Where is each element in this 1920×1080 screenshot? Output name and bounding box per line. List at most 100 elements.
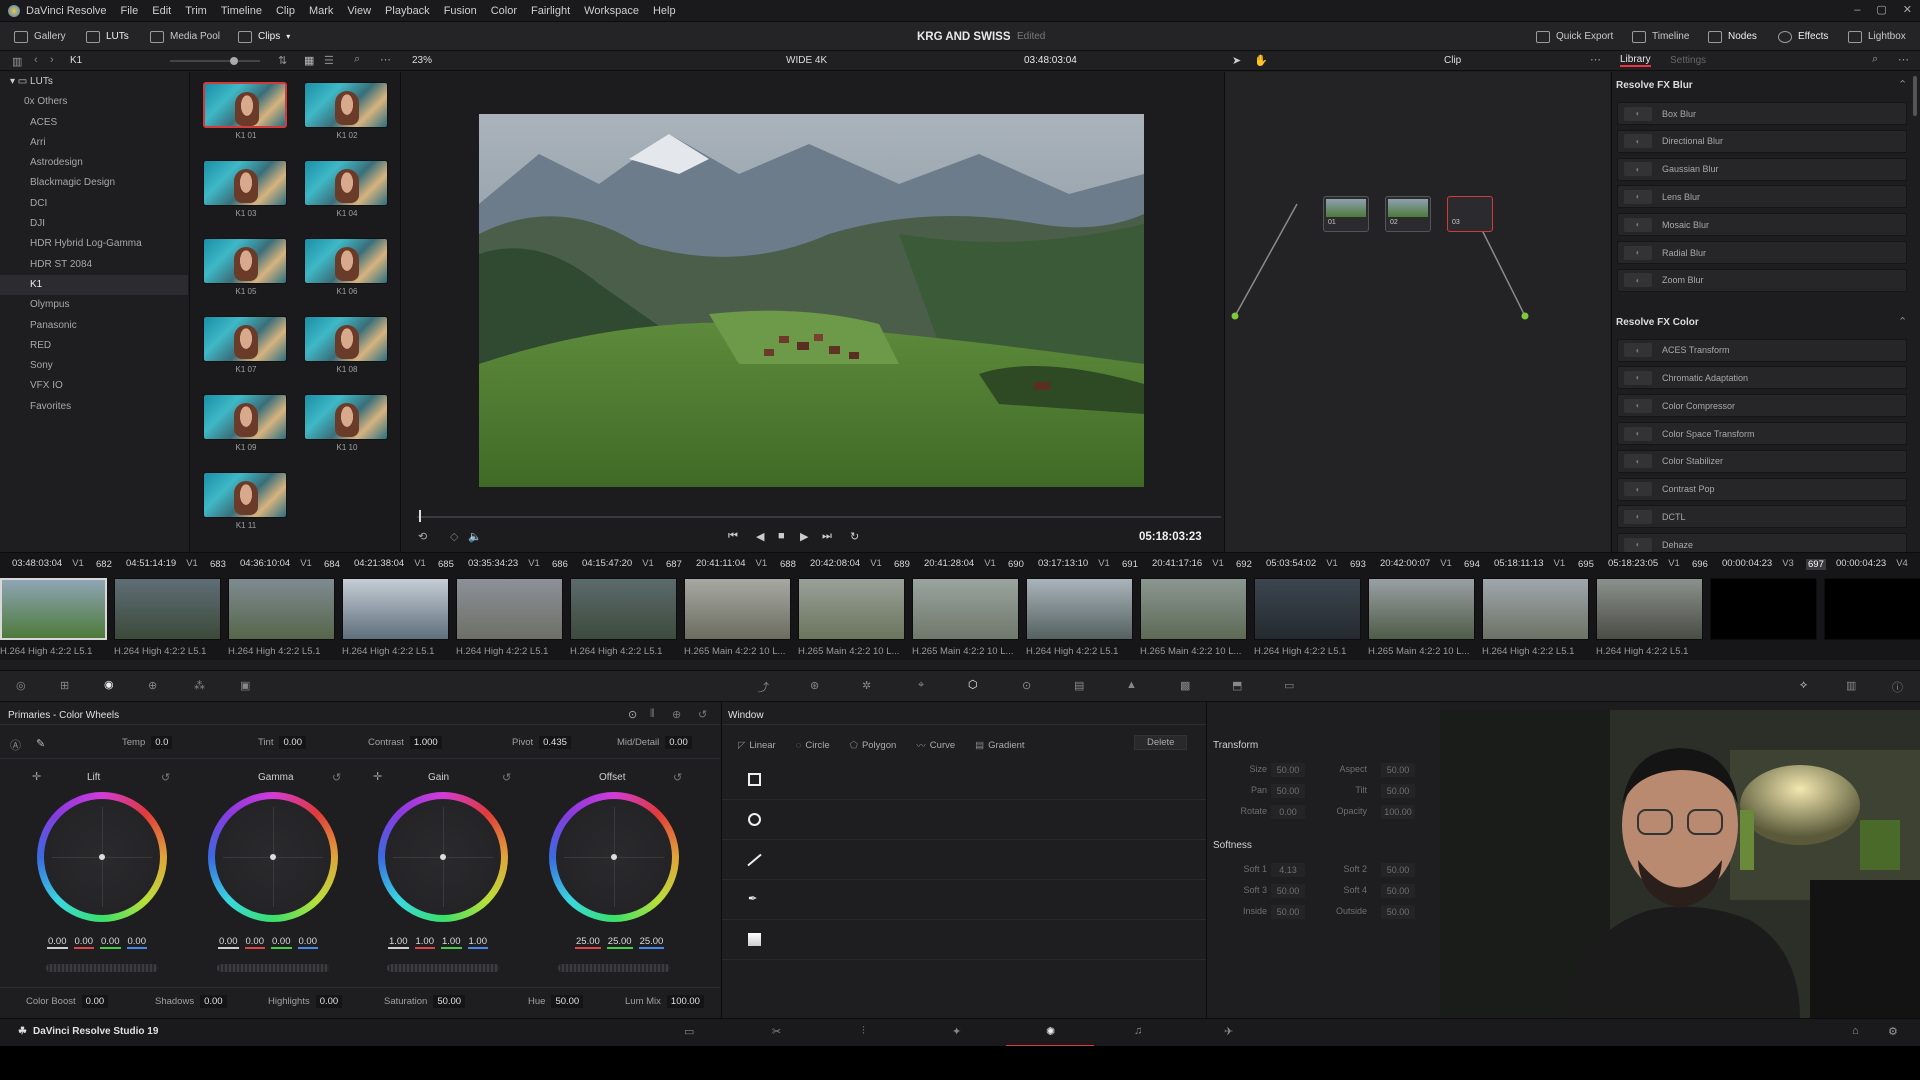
- lightbox-button[interactable]: Lightbox: [1848, 22, 1906, 51]
- lut-folder-sony[interactable]: Sony: [0, 356, 188, 376]
- bars-mode-icon[interactable]: ⫴: [650, 708, 655, 721]
- master-wheel-offset[interactable]: [558, 964, 670, 972]
- timeline-clip[interactable]: 20:42:00:07 V1 H.265 Main 4:2:2 10 L...: [1368, 558, 1478, 657]
- shadows-control[interactable]: Shadows 0.00: [155, 995, 227, 1008]
- pivot-value[interactable]: 0.435: [539, 736, 571, 749]
- colorboost-control[interactable]: Color Boost 0.00: [26, 995, 109, 1008]
- color-wheel-offset[interactable]: [549, 792, 679, 922]
- wheel-value[interactable]: 0.00: [126, 936, 147, 949]
- timeline-clip[interactable]: 04:36:10:04 V1 H.264 High 4:2:2 L5.1: [228, 558, 338, 657]
- lut-thumb-k1-01[interactable]: K1 01: [203, 82, 289, 140]
- viewer-scrub-bar[interactable]: [417, 510, 1221, 522]
- gallery-button[interactable]: Gallery: [14, 22, 66, 51]
- window-tool-circle[interactable]: ◌ Circle: [796, 740, 830, 751]
- menu-color[interactable]: Color: [491, 5, 517, 17]
- highlight-icon[interactable]: ◇: [450, 530, 458, 543]
- menu-trim[interactable]: Trim: [185, 5, 207, 17]
- stop-icon[interactable]: ■: [778, 530, 785, 542]
- master-wheel-gamma[interactable]: [217, 964, 329, 972]
- tracker-icon[interactable]: ⊙: [1022, 679, 1031, 692]
- color-match-icon[interactable]: ⊞: [60, 679, 69, 692]
- color-wheel-lift[interactable]: [37, 792, 167, 922]
- wheel-value[interactable]: 0.00: [218, 936, 239, 949]
- contrast-value[interactable]: 1.000: [409, 736, 442, 749]
- lut-folder-k1[interactable]: K1: [0, 274, 188, 296]
- library-search-icon[interactable]: ⌕: [1872, 53, 1878, 66]
- fx-item-mosaic-blur[interactable]: ◐ Mosaic Blur: [1617, 213, 1907, 237]
- library-tab[interactable]: Library: [1620, 54, 1651, 67]
- fx-item-box-blur[interactable]: ◐ Box Blur: [1617, 102, 1907, 125]
- rgb-mixer-icon[interactable]: ⁂: [194, 679, 205, 692]
- wheel-value[interactable]: 0.00: [244, 936, 265, 949]
- lut-root[interactable]: ▾ ▭ LUTs: [0, 72, 188, 92]
- qualifier-icon[interactable]: ✲: [862, 679, 871, 692]
- log-mode-icon[interactable]: ⊕: [672, 708, 681, 721]
- wheel-value[interactable]: 0.00: [271, 936, 292, 949]
- timeline-clip[interactable]: 04:21:38:04 V1 H.264 High 4:2:2 L5.1: [342, 558, 452, 657]
- fx-item-color-space-transform[interactable]: ◐ Color Space Transform: [1617, 422, 1907, 445]
- lut-folder-dci[interactable]: DCI: [0, 194, 188, 214]
- sort-icon[interactable]: ⇅: [278, 54, 287, 67]
- lummix-control[interactable]: Lum Mix 100.00: [625, 995, 704, 1008]
- lut-thumb-k1-08[interactable]: K1 08: [304, 316, 390, 374]
- timeline-clip[interactable]: 00:00:04:23 V4: [1824, 558, 1920, 640]
- quick-export-button[interactable]: Quick Export: [1536, 22, 1613, 51]
- sidebar-toggle-icon[interactable]: ▥: [12, 55, 22, 68]
- lut-folder-arri[interactable]: Arri: [0, 133, 188, 153]
- window-tool-linear[interactable]: ◸ Linear: [738, 740, 776, 751]
- lut-thumb-k1-07[interactable]: K1 07: [203, 316, 289, 374]
- minimize-icon[interactable]: –: [1854, 4, 1860, 16]
- lut-folder-astrodesign[interactable]: Astrodesign: [0, 153, 188, 173]
- lut-thumb-k1-05[interactable]: K1 05: [203, 238, 289, 296]
- lut-thumb-k1-09[interactable]: K1 09: [203, 394, 289, 452]
- lut-folder-0x-others[interactable]: 0x Others: [0, 92, 188, 112]
- highlights-value[interactable]: 0.00: [315, 995, 343, 1008]
- wheel-value[interactable]: 25.00: [606, 936, 633, 949]
- window-row-gradient[interactable]: [722, 920, 1206, 960]
- scopes-icon[interactable]: ▥: [1846, 679, 1856, 692]
- motion-effects-icon[interactable]: ▣: [240, 679, 250, 692]
- master-wheel-lift[interactable]: [46, 964, 158, 972]
- fx-item-radial-blur[interactable]: ◐ Radial Blur: [1617, 241, 1907, 264]
- timeline-clip[interactable]: 03:35:34:23 V1 H.264 High 4:2:2 L5.1: [456, 558, 566, 657]
- wheel-value[interactable]: 1.00: [441, 936, 462, 949]
- color-wheel-gamma[interactable]: [208, 792, 338, 922]
- chevron-up-icon[interactable]: ⌃: [1898, 78, 1907, 91]
- settings-icon[interactable]: ⚙: [1888, 1025, 1898, 1038]
- field-value-soft-3[interactable]: 50.00: [1271, 884, 1305, 898]
- playhead[interactable]: [419, 510, 421, 522]
- fx-item-chromatic-adaptation[interactable]: ◐ Chromatic Adaptation: [1617, 366, 1907, 390]
- chevron-up-icon[interactable]: ⌃: [1898, 315, 1907, 328]
- lut-folder-aces[interactable]: ACES: [0, 113, 188, 133]
- search-icon[interactable]: ⌕: [354, 53, 360, 66]
- nodes-button[interactable]: Nodes: [1708, 22, 1757, 51]
- menu-clip[interactable]: Clip: [276, 5, 295, 17]
- fx-item-color-compressor[interactable]: ◐ Color Compressor: [1617, 394, 1907, 418]
- wheel-value[interactable]: 0.00: [100, 936, 121, 949]
- wheel-value[interactable]: 25.00: [638, 936, 665, 949]
- cut-page-icon[interactable]: ✂: [772, 1025, 781, 1038]
- play-icon[interactable]: ▶: [800, 530, 808, 543]
- field-value-size[interactable]: 50.00: [1271, 763, 1305, 777]
- effects-button[interactable]: Effects: [1778, 22, 1828, 51]
- wheel-value[interactable]: 25.00: [575, 936, 601, 949]
- menu-fairlight[interactable]: Fairlight: [531, 5, 570, 17]
- field-value-inside[interactable]: 50.00: [1271, 905, 1305, 919]
- fx-item-gaussian-blur[interactable]: ◐ Gaussian Blur: [1617, 157, 1907, 181]
- picker-icon[interactable]: ✎: [36, 737, 45, 750]
- volume-icon[interactable]: 🔈: [468, 530, 482, 543]
- media-pool-button[interactable]: Media Pool: [150, 22, 220, 51]
- node-03[interactable]: 03: [1447, 196, 1493, 232]
- go-to-end-icon[interactable]: ⏭: [822, 530, 832, 543]
- lut-thumb-k1-06[interactable]: K1 06: [304, 238, 390, 296]
- lut-thumb-k1-03[interactable]: K1 03: [203, 160, 289, 218]
- timeline-clip[interactable]: 03:17:13:10 V1 H.264 High 4:2:2 L5.1: [1026, 558, 1136, 657]
- 3d-icon[interactable]: ▭: [1284, 679, 1294, 692]
- menu-help[interactable]: Help: [653, 5, 676, 17]
- fx-item-aces-transform[interactable]: ◐ ACES Transform: [1617, 338, 1907, 362]
- timeline-clip[interactable]: 05:18:11:13 V1 H.264 High 4:2:2 L5.1: [1482, 558, 1592, 657]
- timeline-clip[interactable]: 00:00:04:23 V3: [1710, 558, 1820, 640]
- color-wheel-gain[interactable]: [378, 792, 508, 922]
- timeline-button[interactable]: Timeline: [1632, 22, 1689, 51]
- window-icon[interactable]: ⬡: [968, 678, 978, 691]
